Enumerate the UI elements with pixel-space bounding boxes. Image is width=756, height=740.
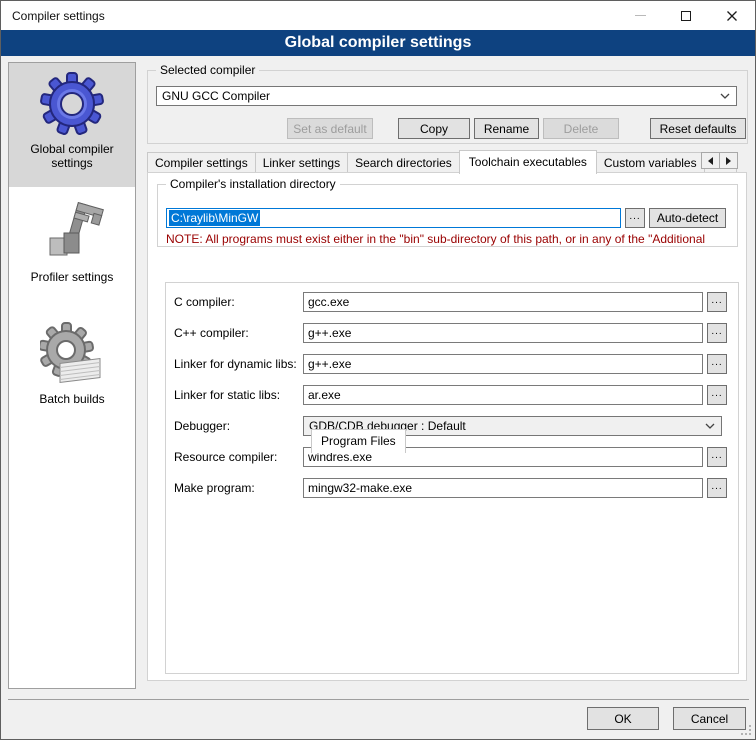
tab-custom-variables[interactable]: Custom variables (596, 152, 705, 173)
sidebar-item-label: Profiler settings (9, 270, 135, 284)
copy-button[interactable]: Copy (398, 118, 470, 139)
program-files-page: C compiler: ... C++ compiler: ... Linker… (165, 282, 739, 674)
minimize-icon (635, 15, 646, 16)
group-label: Compiler's installation directory (166, 177, 340, 192)
sidebar-item-label: Global compiler settings (9, 142, 135, 170)
field-label: C++ compiler: (174, 323, 249, 343)
sidebar-item-global-compiler-settings[interactable]: Global compiler settings (9, 63, 135, 187)
installation-directory-group: Compiler's installation directory C:\ray… (157, 184, 738, 247)
compiler-settings-dialog: Compiler settings Global compiler settin… (0, 0, 756, 740)
field-label: Make program: (174, 478, 255, 498)
make-program-input[interactable] (303, 478, 703, 498)
tab-scroll-left-button[interactable] (701, 152, 720, 169)
dialog-banner: Global compiler settings (1, 30, 755, 56)
field-label: Linker for dynamic libs: (174, 354, 297, 374)
field-browse-button[interactable]: ... (707, 385, 727, 405)
bin-subdirectory-note: NOTE: All programs must exist either in … (166, 232, 734, 247)
delete-button: Delete (543, 118, 619, 139)
autodetect-button[interactable]: Auto-detect (649, 208, 726, 228)
maximize-button[interactable] (663, 1, 709, 30)
field-browse-button[interactable]: ... (707, 323, 727, 343)
field-browse-button[interactable]: ... (707, 478, 727, 498)
field-browse-button[interactable]: ... (707, 354, 727, 374)
tab-scroll-buttons (702, 152, 738, 169)
field-browse-button[interactable]: ... (707, 292, 727, 312)
tab-linker-settings[interactable]: Linker settings (255, 152, 348, 173)
browse-directory-button[interactable]: ... (625, 208, 645, 228)
selected-compiler-group: Selected compiler GNU GCC Compiler Set a… (147, 70, 748, 144)
field-browse-button[interactable]: ... (707, 447, 727, 467)
sidebar-item-batch-builds[interactable]: Batch builds (9, 296, 135, 406)
maximize-icon (681, 11, 691, 21)
arrow-left-icon (708, 157, 713, 165)
compiler-select[interactable]: GNU GCC Compiler (156, 86, 737, 106)
caption-buttons (617, 1, 755, 30)
installation-directory-input[interactable]: C:\raylib\MinGW (166, 208, 621, 228)
field-label: C compiler: (174, 292, 235, 312)
tab-scroll-right-button[interactable] (719, 152, 738, 169)
field-label: Linker for static libs: (174, 385, 280, 405)
gray-gear-stack-icon (40, 322, 104, 386)
c-compiler-input[interactable] (303, 292, 703, 312)
linker-static-input[interactable] (303, 385, 703, 405)
close-button[interactable] (709, 1, 755, 30)
minimize-button (617, 1, 663, 30)
close-icon (726, 10, 738, 22)
reset-defaults-button[interactable]: Reset defaults (650, 118, 746, 139)
linker-dynamic-input[interactable] (303, 354, 703, 374)
chevron-down-icon (705, 423, 715, 429)
toolchain-executables-page: Compiler's installation directory C:\ray… (147, 172, 747, 681)
tab-search-directories[interactable]: Search directories (347, 152, 460, 173)
compiler-settings-tabs: Compiler settings Linker settings Search… (147, 149, 737, 173)
caliper-icon (40, 200, 104, 264)
sidebar-item-profiler-settings[interactable]: Profiler settings (9, 187, 135, 296)
group-label: Selected compiler (156, 63, 259, 78)
tab-compiler-settings[interactable]: Compiler settings (147, 152, 256, 173)
tab-program-files[interactable]: Program Files (311, 429, 406, 453)
sidebar-item-label: Batch builds (9, 392, 135, 406)
resize-grip[interactable] (742, 726, 751, 735)
settings-category-list: Global compiler settings Profiler settin… (8, 62, 136, 689)
blue-gear-icon (40, 72, 104, 136)
field-label: Debugger: (174, 416, 230, 436)
arrow-right-icon (726, 157, 731, 165)
footer-divider (8, 699, 749, 700)
chevron-down-icon (720, 93, 730, 99)
window-title: Compiler settings (12, 9, 105, 23)
field-label: Resource compiler: (174, 447, 277, 467)
compiler-select-value: GNU GCC Compiler (162, 89, 270, 103)
set-as-default-button: Set as default (287, 118, 373, 139)
rename-button[interactable]: Rename (474, 118, 539, 139)
titlebar[interactable]: Compiler settings (1, 1, 755, 30)
selected-text: C:\raylib\MinGW (169, 210, 260, 226)
cpp-compiler-input[interactable] (303, 323, 703, 343)
tab-toolchain-executables[interactable]: Toolchain executables (459, 150, 597, 174)
cancel-button[interactable]: Cancel (673, 707, 746, 730)
ok-button[interactable]: OK (587, 707, 659, 730)
